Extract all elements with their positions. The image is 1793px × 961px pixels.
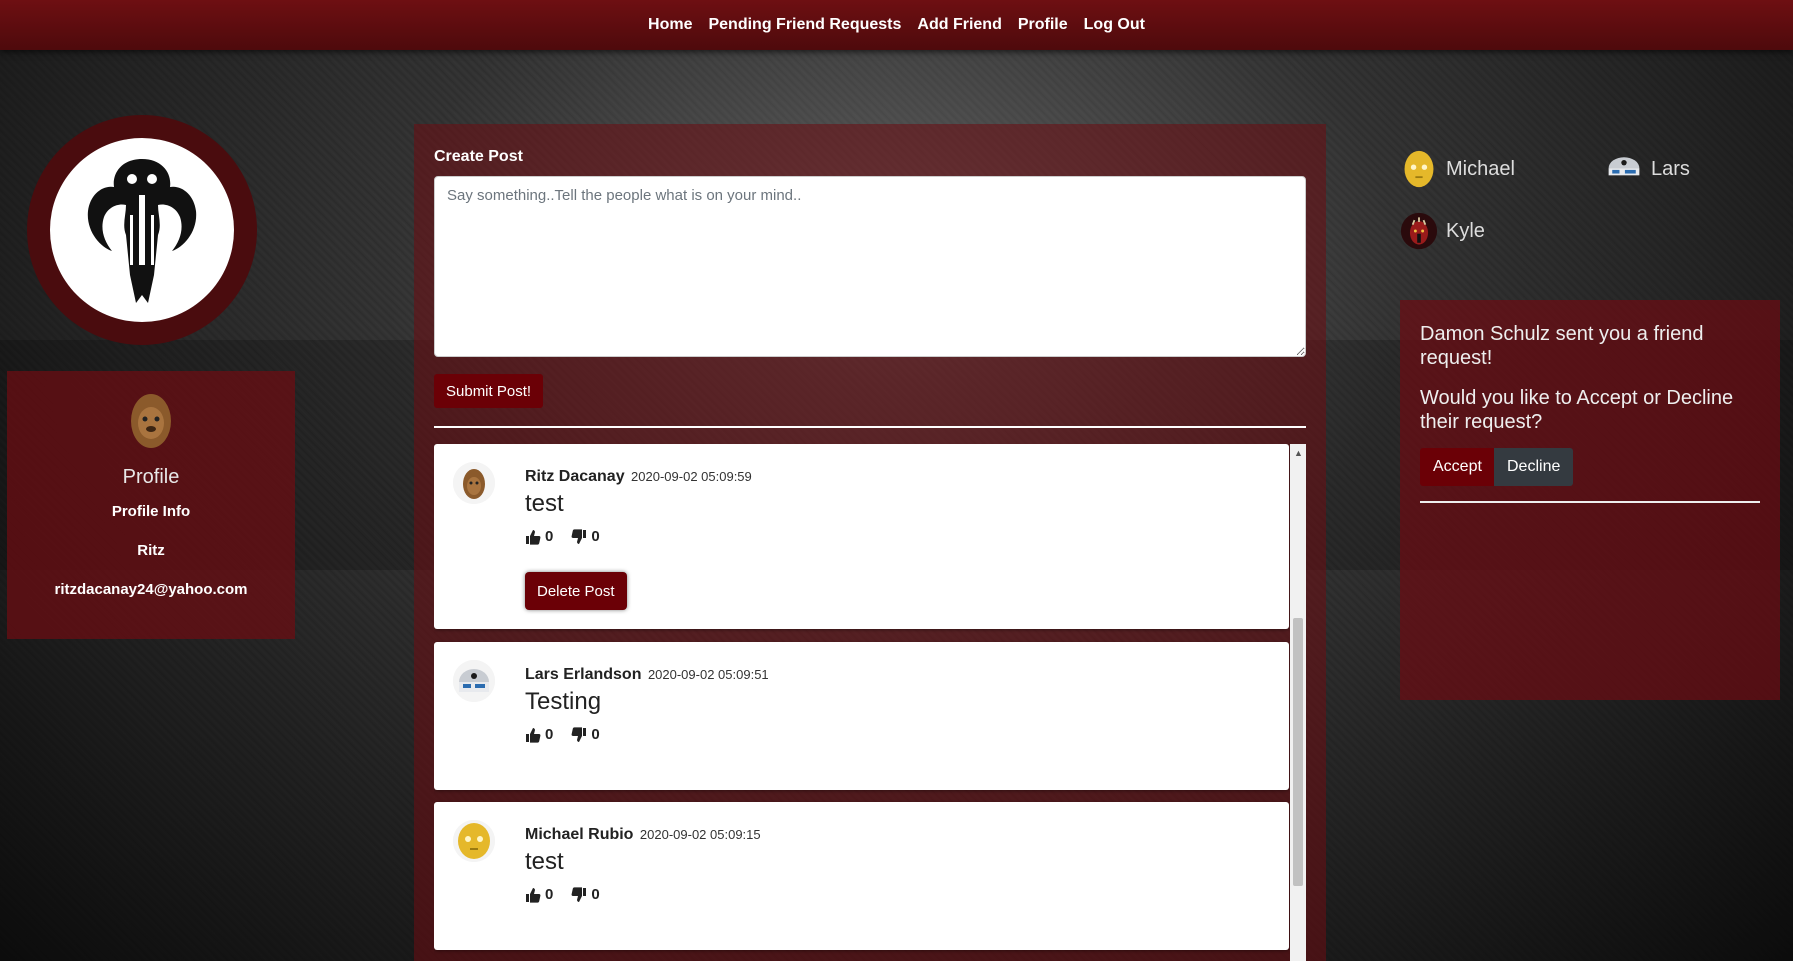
scroll-up-arrow-icon[interactable]: ▲: [1294, 448, 1303, 458]
friend-request-question: Would you like to Accept or Decline thei…: [1420, 387, 1734, 433]
chewbacca-avatar: [125, 393, 177, 449]
post-meta: Michael Rubio 2020-09-02 05:09:15: [525, 826, 761, 844]
posts-scrollbar[interactable]: ▲: [1290, 444, 1306, 961]
post-votes: 0 0: [525, 726, 600, 743]
post-card: Ritz Dacanay 2020-09-02 05:09:59 test 0 …: [434, 444, 1289, 629]
chewbacca-icon: [453, 462, 495, 504]
nav-profile[interactable]: Profile: [1018, 16, 1068, 34]
like-count: 0: [545, 528, 554, 545]
friend-lars[interactable]: Lars: [1605, 150, 1690, 188]
dislike-count: 0: [591, 886, 600, 903]
friend-kyle[interactable]: Kyle: [1400, 212, 1485, 250]
profile-card: Profile Profile Info Ritz ritzdacanay24@…: [7, 371, 295, 639]
post-body: Testing: [525, 688, 602, 715]
profile-email: ritzdacanay24@yahoo.com: [54, 581, 248, 598]
post-meta: Ritz Dacanay 2020-09-02 05:09:59: [525, 468, 752, 486]
post-author: Ritz Dacanay: [525, 468, 625, 485]
dislike-button[interactable]: 0: [571, 886, 600, 903]
submit-post-button[interactable]: Submit Post!: [434, 374, 544, 408]
c3po-icon: [1404, 150, 1434, 188]
post-author: Michael Rubio: [525, 826, 634, 843]
thumbs-up-icon: [526, 727, 541, 743]
c3po-avatar: [1400, 150, 1438, 188]
friend-request-message: Damon Schulz sent you a friend request!: [1420, 323, 1704, 369]
dislike-button[interactable]: 0: [571, 726, 600, 743]
post-votes: 0 0: [525, 528, 600, 545]
friend-name: Michael: [1446, 157, 1515, 180]
chewbacca-avatar: [453, 462, 495, 504]
friend-michael[interactable]: Michael: [1400, 150, 1515, 188]
accept-button[interactable]: Accept: [1420, 448, 1495, 486]
dislike-count: 0: [591, 726, 600, 743]
delete-post-button[interactable]: Delete Post: [525, 572, 627, 610]
site-logo: [27, 115, 257, 345]
nav-log-out[interactable]: Log Out: [1084, 16, 1145, 34]
top-navbar: Home Pending Friend Requests Add Friend …: [0, 0, 1793, 50]
profile-title: Profile: [122, 466, 180, 488]
post-date: 2020-09-02 05:09:59: [631, 469, 752, 484]
thumbs-down-icon: [571, 886, 587, 902]
like-count: 0: [545, 886, 554, 903]
nav-pending-friend-requests[interactable]: Pending Friend Requests: [708, 16, 901, 34]
posts-list[interactable]: Ritz Dacanay 2020-09-02 05:09:59 test 0 …: [434, 444, 1306, 961]
friend-request-card: Damon Schulz sent you a friend request! …: [1400, 300, 1780, 700]
divider: [434, 426, 1306, 428]
dislike-button[interactable]: 0: [571, 528, 600, 545]
like-count: 0: [545, 726, 554, 743]
post-body: test: [525, 848, 564, 875]
thumbs-up-icon: [526, 887, 541, 903]
dislike-count: 0: [591, 528, 600, 545]
nav-add-friend[interactable]: Add Friend: [917, 16, 1001, 34]
thumbs-down-icon: [571, 528, 587, 544]
c3po-icon: [453, 820, 495, 862]
divider: [1420, 501, 1760, 503]
scrollbar-thumb[interactable]: [1293, 618, 1303, 886]
post-votes: 0 0: [525, 886, 600, 903]
thumbs-down-icon: [571, 726, 587, 742]
create-post-label: Create Post: [434, 148, 523, 165]
like-button[interactable]: 0: [525, 528, 553, 545]
post-date: 2020-09-02 05:09:51: [647, 667, 769, 682]
r2d2-avatar: [453, 660, 495, 702]
create-post-input[interactable]: [434, 176, 1306, 357]
decline-button[interactable]: Decline: [1494, 448, 1574, 486]
post-card: Lars Erlandson 2020-09-02 05:09:51 Testi…: [434, 642, 1289, 790]
darth-maul-avatar: [1400, 212, 1438, 250]
r2d2-avatar: [1605, 150, 1643, 188]
c3po-avatar: [453, 820, 495, 862]
nav-home[interactable]: Home: [648, 16, 692, 34]
like-button[interactable]: 0: [525, 886, 553, 903]
feed-panel: Create Post Submit Post! Ritz Dacanay 20…: [414, 124, 1326, 961]
friend-name: Kyle: [1446, 219, 1485, 242]
thumbs-up-icon: [526, 529, 541, 545]
post-meta: Lars Erlandson 2020-09-02 05:09:51: [525, 666, 769, 684]
mandalorian-mythosaur-icon: [87, 159, 197, 303]
logo-disc: [50, 138, 234, 322]
r2d2-icon: [1608, 157, 1640, 176]
chewbacca-icon: [131, 394, 171, 448]
post-card: Michael Rubio 2020-09-02 05:09:15 test 0…: [434, 802, 1289, 950]
post-date: 2020-09-02 05:09:15: [639, 827, 761, 842]
profile-info-label: Profile Info: [111, 503, 191, 520]
post-body: test: [525, 490, 564, 517]
post-author: Lars Erlandson: [525, 666, 642, 683]
profile-name: Ritz: [137, 542, 165, 559]
r2d2-icon: [453, 660, 495, 702]
darth-maul-icon: [1400, 212, 1438, 250]
friend-name: Lars: [1651, 157, 1690, 180]
like-button[interactable]: 0: [525, 726, 553, 743]
